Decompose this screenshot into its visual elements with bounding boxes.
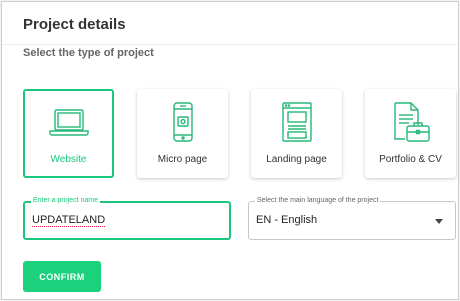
project-name-field[interactable]: Enter a project name UPDATELAND: [23, 196, 231, 240]
project-type-website[interactable]: Website: [23, 89, 114, 178]
dialog-title: Project details: [23, 16, 126, 33]
chevron-down-icon[interactable]: [435, 219, 443, 224]
project-name-input[interactable]: UPDATELAND: [32, 214, 106, 227]
project-name-label: Enter a project name: [31, 196, 100, 205]
project-type-label: Website: [50, 154, 87, 165]
project-type-label: Landing page: [266, 154, 327, 165]
smartphone-icon: [161, 100, 205, 144]
project-type-label: Portfolio & CV: [379, 154, 442, 165]
project-type-label: Micro page: [157, 154, 208, 165]
project-details-dialog: Project details Select the type of proje…: [1, 1, 459, 300]
project-type-portfolio-cv[interactable]: Portfolio & CV: [365, 89, 456, 178]
portfolio-icon: [389, 100, 433, 144]
section-subtitle: Select the type of project: [23, 47, 154, 59]
confirm-button[interactable]: CONFIRM: [23, 261, 101, 292]
header-divider: [2, 44, 458, 45]
landing-page-icon: [275, 100, 319, 144]
project-type-micro-page[interactable]: Micro page: [137, 89, 228, 178]
language-value[interactable]: EN - English: [256, 214, 317, 226]
language-label: Select the main language of the project: [255, 196, 381, 205]
language-select[interactable]: Select the main language of the project …: [248, 196, 456, 240]
laptop-icon: [47, 100, 91, 144]
project-type-landing-page[interactable]: Landing page: [251, 89, 342, 178]
